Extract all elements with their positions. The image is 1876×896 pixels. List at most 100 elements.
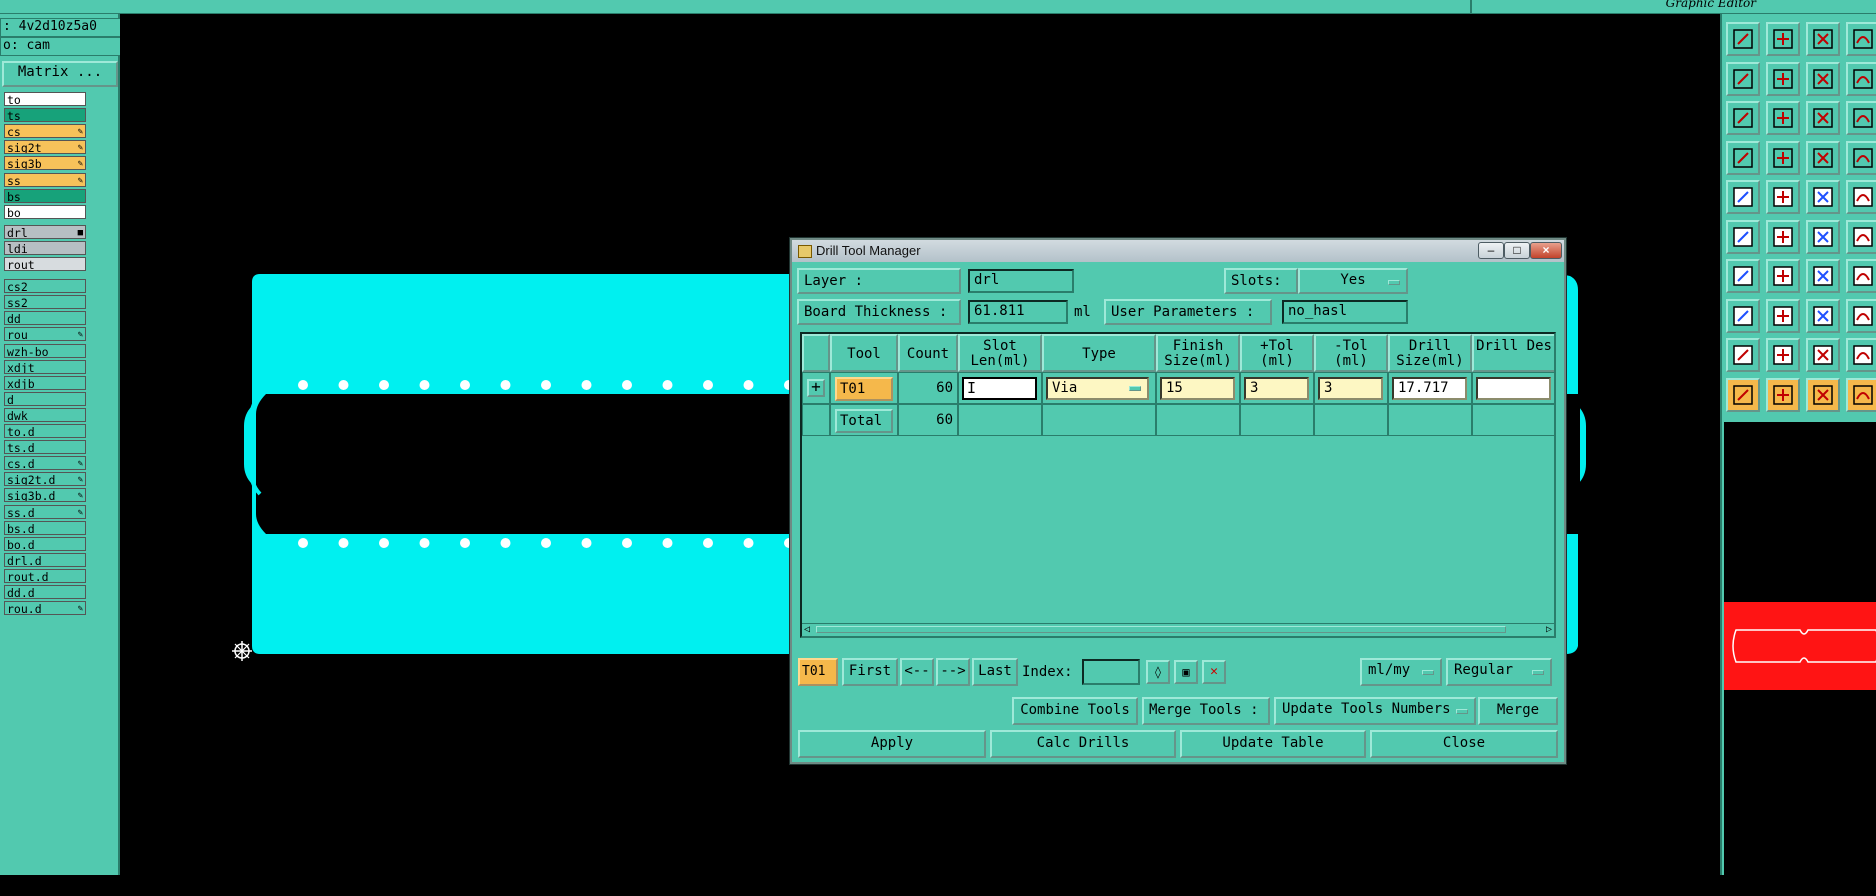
pad-icon[interactable] — [1726, 180, 1760, 214]
mode-dropdown[interactable]: Regular — [1446, 658, 1552, 686]
layer-item[interactable]: dwk — [4, 407, 86, 422]
user-params-field[interactable]: no_hasl — [1282, 300, 1408, 324]
layer-item[interactable]: cs.d ✎ — [4, 456, 86, 471]
prev-button[interactable]: <-- — [900, 658, 934, 686]
layer-item[interactable]: rout — [4, 257, 86, 271]
layer-item[interactable]: sig3b.d ✎ — [4, 488, 86, 503]
combine-tools-button[interactable]: Combine Tools — [1012, 697, 1138, 725]
layer-item[interactable]: rou ✎ — [4, 327, 86, 342]
layer-item[interactable]: cs ✎ — [4, 124, 86, 139]
layer-item[interactable]: ss.d ✎ — [4, 504, 86, 519]
matrix-button[interactable]: Matrix ... — [2, 61, 118, 87]
drill-des-input[interactable] — [1476, 377, 1551, 400]
expand-plus-icon[interactable]: + — [807, 379, 825, 397]
node-icon[interactable] — [1846, 219, 1876, 254]
layers-icon[interactable] — [1846, 298, 1876, 333]
finish-size-cell[interactable]: 15 — [1156, 372, 1240, 404]
layer-item[interactable]: to.d — [4, 424, 86, 438]
home-icon[interactable] — [1806, 22, 1840, 56]
layer-item[interactable]: drl ■ — [4, 224, 86, 239]
plus-tol-cell[interactable]: 3 — [1240, 372, 1314, 404]
scale-icon[interactable] — [1806, 101, 1840, 135]
key-icon[interactable] — [1766, 140, 1800, 175]
link-icon[interactable] — [1806, 219, 1840, 254]
layer-item[interactable]: xdjb — [4, 375, 86, 390]
pan-right-icon[interactable] — [1766, 61, 1800, 96]
select-icon[interactable] — [1726, 377, 1760, 412]
merge-option-dropdown[interactable]: Update Tools Numbers — [1274, 697, 1476, 725]
merge-button[interactable]: Merge — [1478, 697, 1558, 725]
type-cell[interactable]: Via — [1042, 372, 1156, 404]
pan-left-icon[interactable] — [1726, 61, 1760, 96]
net-alt-icon[interactable] — [1846, 140, 1876, 175]
layer-item[interactable]: ts.d — [4, 440, 86, 455]
mountain-icon[interactable] — [1846, 338, 1876, 372]
layer-item[interactable]: sig2t ✎ — [4, 140, 86, 155]
first-button[interactable]: First — [842, 658, 898, 686]
connect-icon[interactable] — [1726, 219, 1760, 254]
layer-item[interactable]: ts — [4, 108, 86, 123]
minimize-icon[interactable]: – — [1478, 242, 1504, 259]
layer-field[interactable]: drl — [968, 269, 1074, 293]
layer-item[interactable]: wzh-bo — [4, 343, 86, 358]
minimap[interactable] — [1724, 422, 1876, 892]
layer-item[interactable]: sig3b ✎ — [4, 156, 86, 171]
units-dropdown[interactable]: ml/my — [1360, 658, 1442, 686]
layer-item[interactable]: ss ✎ — [4, 172, 86, 187]
layer-item[interactable]: bs — [4, 188, 86, 203]
scroll-left-icon[interactable]: ◁ — [804, 624, 810, 635]
layer-item[interactable]: bo — [4, 204, 86, 219]
measure-icon[interactable] — [1726, 140, 1760, 175]
arc-icon[interactable] — [1806, 259, 1840, 293]
layer-item[interactable]: d — [4, 391, 86, 406]
maximize-icon[interactable]: □ — [1504, 242, 1530, 259]
finish-size-input[interactable]: 15 — [1160, 377, 1235, 400]
update-table-button[interactable]: Update Table — [1180, 730, 1366, 758]
circle-icon[interactable] — [1846, 180, 1876, 214]
index-field[interactable] — [1082, 659, 1140, 685]
save-icon[interactable]: ▣ — [1174, 660, 1198, 684]
delete-icon[interactable]: ✕ — [1202, 660, 1226, 684]
snake-icon[interactable] — [1846, 61, 1876, 96]
layer-item[interactable]: sig2t.d ✎ — [4, 472, 86, 487]
apply-button[interactable]: Apply — [798, 730, 986, 758]
swap-icon[interactable] — [1806, 61, 1840, 96]
layer-item[interactable]: bs.d — [4, 520, 86, 535]
route-icon[interactable] — [1846, 377, 1876, 412]
layer-item[interactable]: cs2 — [4, 279, 86, 294]
resize-icon[interactable] — [1806, 298, 1840, 333]
arch-icon[interactable] — [1806, 338, 1840, 372]
tool-tag[interactable]: T01 — [835, 377, 893, 401]
help-icon[interactable] — [1846, 101, 1876, 135]
drill-size-cell[interactable]: 17.717 — [1388, 372, 1472, 404]
zoom-center-icon[interactable] — [1766, 101, 1800, 135]
layer-item[interactable]: drl.d — [4, 552, 86, 567]
scroll-thumb[interactable] — [816, 626, 1506, 633]
angle-icon[interactable] — [1726, 259, 1760, 293]
undo-icon[interactable] — [1846, 22, 1876, 56]
slots-dropdown[interactable]: Yes — [1298, 268, 1408, 294]
net-icon[interactable] — [1806, 140, 1840, 175]
open-icon[interactable] — [1726, 22, 1760, 56]
minus-tol-cell[interactable]: 3 — [1314, 372, 1388, 404]
layer-item[interactable]: to — [4, 92, 86, 106]
copy-icon[interactable] — [1726, 298, 1760, 333]
save-icon[interactable] — [1766, 22, 1800, 56]
drill-size-input[interactable]: 17.717 — [1392, 377, 1467, 400]
line-icon[interactable] — [1766, 259, 1800, 293]
edit-icon[interactable] — [1806, 377, 1840, 412]
layer-item[interactable]: rou.d ✎ — [4, 601, 86, 616]
board-thickness-field[interactable]: 61.811 — [968, 300, 1068, 324]
tool-cell[interactable]: T01 — [830, 372, 898, 404]
shape-icon[interactable] — [1766, 180, 1800, 214]
layer-item[interactable]: bo.d — [4, 536, 86, 551]
dialog-titlebar[interactable]: Drill Tool Manager – □ × — [792, 240, 1564, 262]
pointer-icon[interactable] — [1766, 377, 1800, 412]
slot-len-cell[interactable]: I — [958, 372, 1042, 404]
close-button[interactable]: Close — [1370, 730, 1558, 758]
minus-tol-input[interactable]: 3 — [1318, 377, 1383, 400]
ruler-icon[interactable] — [1806, 180, 1840, 214]
close-icon[interactable]: × — [1530, 242, 1562, 259]
drill-des-cell[interactable] — [1472, 372, 1554, 404]
drop-icon[interactable]: ◊ — [1146, 660, 1170, 684]
